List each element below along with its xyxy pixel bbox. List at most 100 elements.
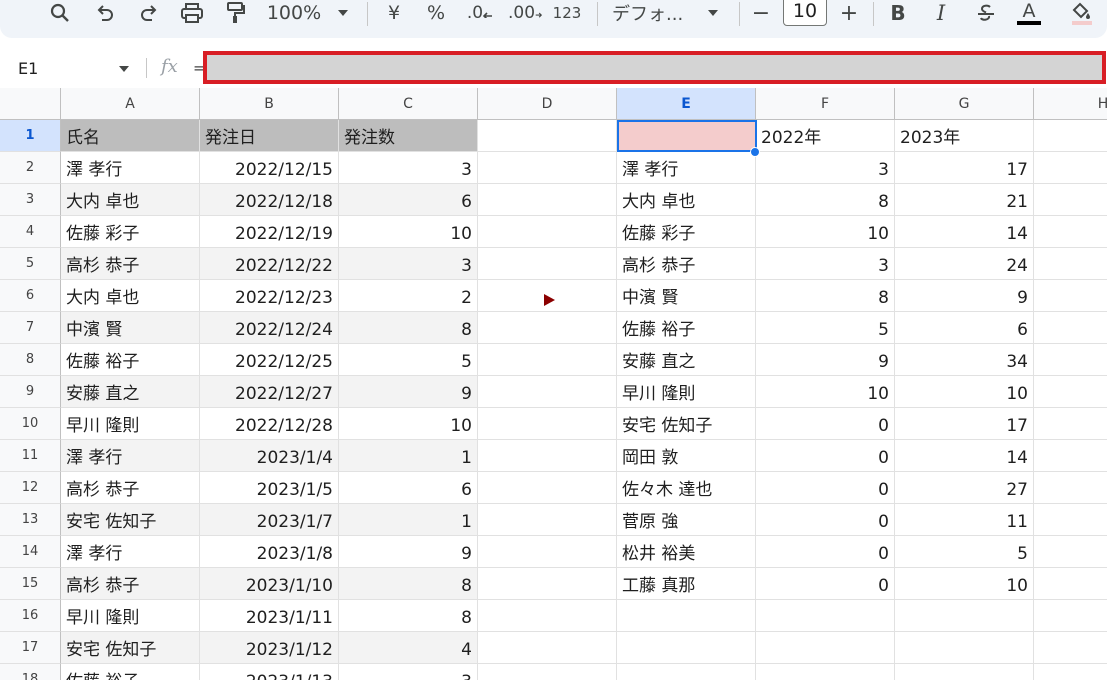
grid-cell[interactable] <box>478 440 617 472</box>
summary-name-cell[interactable]: 中濱 賢 <box>617 280 756 312</box>
quantity-cell[interactable]: 6 <box>339 184 478 216</box>
grid-cell[interactable] <box>1034 600 1107 632</box>
date-cell[interactable]: 2022/12/23 <box>200 280 339 312</box>
summary-count-cell[interactable]: 10 <box>756 216 895 248</box>
row-header[interactable]: 3 <box>0 184 61 216</box>
grid-cell[interactable] <box>756 632 895 664</box>
column-header-c[interactable]: C <box>339 88 478 120</box>
grid-cell[interactable] <box>478 248 617 280</box>
summary-count-cell[interactable]: 0 <box>756 472 895 504</box>
summary-count-cell[interactable]: 9 <box>895 280 1034 312</box>
zoom-select[interactable]: 100% <box>266 0 322 26</box>
summary-name-cell[interactable]: 高杉 恭子 <box>617 248 756 280</box>
summary-count-cell[interactable]: 10 <box>756 376 895 408</box>
grid-cell[interactable] <box>478 632 617 664</box>
date-cell[interactable]: 2023/1/11 <box>200 600 339 632</box>
date-cell[interactable]: 2023/1/7 <box>200 504 339 536</box>
row-header[interactable]: 7 <box>0 312 61 344</box>
grid-cell[interactable] <box>617 632 756 664</box>
summary-name-cell[interactable]: 佐藤 裕子 <box>617 312 756 344</box>
grid-cell[interactable] <box>1034 248 1107 280</box>
grid-cell[interactable] <box>478 664 617 680</box>
grid-cell[interactable] <box>478 408 617 440</box>
name-cell[interactable]: 安宅 佐知子 <box>61 632 200 664</box>
summary-count-cell[interactable]: 5 <box>895 536 1034 568</box>
quantity-cell[interactable]: 1 <box>339 440 478 472</box>
number-format-button[interactable]: 123 <box>551 0 583 26</box>
grid-cell[interactable] <box>478 344 617 376</box>
quantity-cell[interactable]: 1 <box>339 504 478 536</box>
summary-count-cell[interactable]: 34 <box>895 344 1034 376</box>
summary-count-cell[interactable]: 0 <box>756 568 895 600</box>
font-size-increase-button[interactable]: + <box>837 0 861 26</box>
font-dropdown-icon[interactable] <box>704 0 722 26</box>
quantity-cell[interactable]: 10 <box>339 408 478 440</box>
date-cell[interactable]: 2022/12/25 <box>200 344 339 376</box>
grid-cell[interactable] <box>1034 312 1107 344</box>
row-header[interactable]: 10 <box>0 408 61 440</box>
summary-name-cell[interactable]: 安藤 直之 <box>617 344 756 376</box>
table-header-cell[interactable]: 発注数 <box>339 120 478 152</box>
grid-cell[interactable] <box>478 120 617 152</box>
name-cell[interactable]: 佐藤 彩子 <box>61 216 200 248</box>
redo-icon[interactable] <box>135 0 163 26</box>
row-header[interactable]: 8 <box>0 344 61 376</box>
quantity-cell[interactable]: 2 <box>339 280 478 312</box>
summary-name-cell[interactable]: 工藤 真那 <box>617 568 756 600</box>
name-cell[interactable]: 澤 孝行 <box>61 536 200 568</box>
grid-cell[interactable] <box>478 568 617 600</box>
grid-cell[interactable] <box>1034 216 1107 248</box>
grid-cell[interactable] <box>895 600 1034 632</box>
grid-cell[interactable] <box>756 600 895 632</box>
summary-count-cell[interactable]: 11 <box>895 504 1034 536</box>
date-cell[interactable]: 2023/1/10 <box>200 568 339 600</box>
search-icon[interactable] <box>46 0 74 26</box>
strikethrough-icon[interactable] <box>972 0 1000 26</box>
italic-button[interactable]: I <box>928 0 954 26</box>
column-header-e[interactable]: E <box>617 88 756 120</box>
formula-input[interactable] <box>203 51 1106 84</box>
fill-color-icon[interactable] <box>1066 0 1096 26</box>
date-cell[interactable]: 2022/12/18 <box>200 184 339 216</box>
quantity-cell[interactable]: 9 <box>339 376 478 408</box>
summary-count-cell[interactable]: 0 <box>756 440 895 472</box>
summary-count-cell[interactable]: 14 <box>895 440 1034 472</box>
decrease-decimal-button[interactable]: .0 <box>465 0 495 26</box>
grid-cell[interactable] <box>1034 440 1107 472</box>
year-header-cell[interactable]: 2023年 <box>895 120 1034 152</box>
summary-count-cell[interactable]: 10 <box>895 568 1034 600</box>
grid-cell[interactable] <box>478 376 617 408</box>
name-cell[interactable]: 佐藤 裕子 <box>61 664 200 680</box>
date-cell[interactable]: 2023/1/4 <box>200 440 339 472</box>
summary-count-cell[interactable]: 8 <box>756 184 895 216</box>
grid-cell[interactable] <box>1034 472 1107 504</box>
summary-count-cell[interactable]: 17 <box>895 408 1034 440</box>
grid-cell[interactable] <box>478 216 617 248</box>
grid-cell[interactable] <box>478 152 617 184</box>
date-cell[interactable]: 2022/12/27 <box>200 376 339 408</box>
grid-cell[interactable] <box>478 536 617 568</box>
grid-cell[interactable] <box>478 600 617 632</box>
quantity-cell[interactable]: 5 <box>339 344 478 376</box>
quantity-cell[interactable]: 10 <box>339 216 478 248</box>
summary-count-cell[interactable]: 17 <box>895 152 1034 184</box>
row-header[interactable]: 6 <box>0 280 61 312</box>
column-header-a[interactable]: A <box>61 88 200 120</box>
grid-cell[interactable] <box>895 664 1034 680</box>
grid-cell[interactable] <box>478 504 617 536</box>
name-cell[interactable]: 高杉 恭子 <box>61 248 200 280</box>
summary-count-cell[interactable]: 3 <box>756 248 895 280</box>
summary-count-cell[interactable]: 8 <box>756 280 895 312</box>
name-cell[interactable]: 大内 卓也 <box>61 280 200 312</box>
text-color-button[interactable]: A <box>1014 0 1044 26</box>
summary-count-cell[interactable]: 14 <box>895 216 1034 248</box>
undo-icon[interactable] <box>91 0 119 26</box>
name-cell[interactable]: 高杉 恭子 <box>61 568 200 600</box>
date-cell[interactable]: 2023/1/5 <box>200 472 339 504</box>
name-cell[interactable]: 中濱 賢 <box>61 312 200 344</box>
date-cell[interactable]: 2023/1/12 <box>200 632 339 664</box>
row-header[interactable]: 2 <box>0 152 61 184</box>
summary-name-cell[interactable]: 大内 卓也 <box>617 184 756 216</box>
summary-count-cell[interactable]: 21 <box>895 184 1034 216</box>
percent-format-button[interactable]: % <box>423 0 449 26</box>
